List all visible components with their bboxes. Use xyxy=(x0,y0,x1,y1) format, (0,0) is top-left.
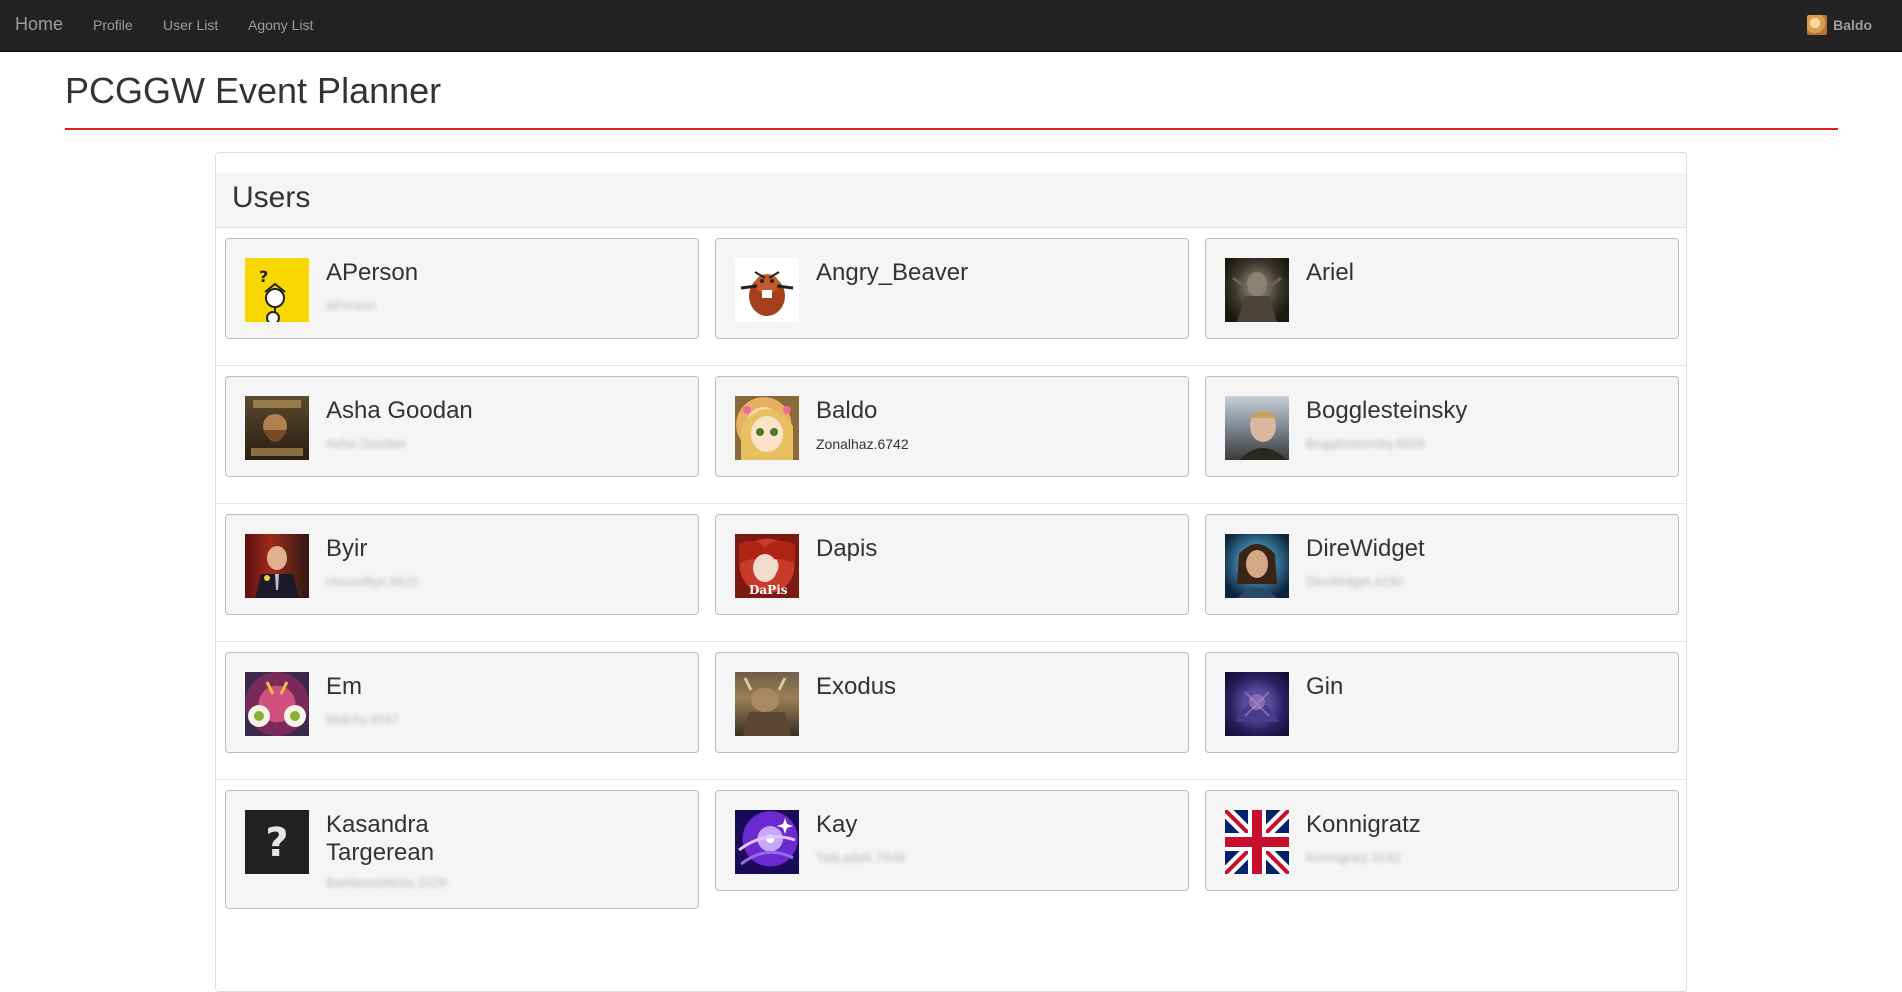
user-name: Angry_Beaver xyxy=(816,259,969,286)
user-row: Em Malchy.4597 Exodus Gin xyxy=(216,642,1686,780)
user-card-gin[interactable]: Gin xyxy=(1205,652,1679,753)
user-name: Ariel xyxy=(1306,259,1355,286)
user-card-dapis[interactable]: DaPis Dapis xyxy=(715,514,1189,615)
users-panel: Users ? APerson APerson Angry_Beaver Ari… xyxy=(215,152,1687,992)
union-jack-flag-avatar xyxy=(1225,810,1289,874)
dark-armored-figure-avatar xyxy=(1225,258,1289,322)
user-name: APerson xyxy=(326,259,419,286)
user-name: Em xyxy=(326,673,362,700)
user-account-id: HouseByir.3910 xyxy=(326,574,418,589)
purple-sparkle-avatar xyxy=(735,810,799,874)
users-panel-title: Users xyxy=(232,181,311,214)
nav-current-user-menu[interactable]: Baldo xyxy=(1807,15,1872,35)
purple-creature-avatar xyxy=(245,672,309,736)
user-card-ariel[interactable]: Ariel xyxy=(1205,238,1679,339)
user-name: Kasandra Targerean xyxy=(326,811,435,866)
user-card-aperson[interactable]: ? APerson APerson xyxy=(225,238,699,339)
user-name: Konnigratz xyxy=(1306,811,1421,838)
user-card-em[interactable]: Em Malchy.4597 xyxy=(225,652,699,753)
user-account-id: Zonalhaz.6742 xyxy=(816,436,909,452)
man-red-background-avatar xyxy=(245,534,309,598)
user-name: Byir xyxy=(326,535,368,562)
svg-text:?: ? xyxy=(265,820,288,866)
user-name: Kay xyxy=(816,811,858,838)
user-account-id: DireWidget.4230 xyxy=(1306,574,1403,589)
users-panel-heading: Users xyxy=(216,173,1686,228)
user-grid: ? APerson APerson Angry_Beaver Ariel Ash… xyxy=(216,228,1686,918)
top-navbar: Home Profile User List Agony List Baldo xyxy=(0,0,1902,52)
page-title: PCGGW Event Planner xyxy=(65,70,442,111)
title-divider xyxy=(65,128,1838,130)
user-card-byir[interactable]: Byir HouseByir.3910 xyxy=(225,514,699,615)
question-mark-character-avatar: ? xyxy=(245,258,309,322)
user-card-kasandra-targerean[interactable]: ? Kasandra Targerean Bambooslekins.1029 xyxy=(225,790,699,909)
svg-text:DaPis: DaPis xyxy=(749,583,788,597)
user-card-asha-goodan[interactable]: Asha Goodan Asha Goodan xyxy=(225,376,699,477)
question-mark-placeholder-avatar: ? xyxy=(245,810,309,874)
svg-text:?: ? xyxy=(259,267,268,286)
user-card-exodus[interactable]: Exodus xyxy=(715,652,1189,753)
dwarf-poster-avatar xyxy=(245,396,309,460)
current-user-avatar xyxy=(1807,15,1828,35)
dapis-art-avatar: DaPis xyxy=(735,534,799,598)
user-name: DireWidget xyxy=(1306,535,1425,562)
current-user-name: Baldo xyxy=(1833,17,1872,33)
user-card-konnigratz[interactable]: Konnigratz Konnigratz.3142 xyxy=(1205,790,1679,891)
user-account-id: Bambooslekins.1029 xyxy=(326,875,447,890)
user-account-id: Bogglesteinsky.6928 xyxy=(1306,436,1426,451)
user-name: Baldo xyxy=(816,397,878,424)
user-name: Bogglesteinsky xyxy=(1306,397,1468,424)
user-card-angry-beaver[interactable]: Angry_Beaver xyxy=(715,238,1189,339)
user-name: Exodus xyxy=(816,673,897,700)
user-card-kay[interactable]: Kay TaliLadyK.7649 xyxy=(715,790,1189,891)
nav-home-link[interactable]: Home xyxy=(15,14,63,35)
user-name: Asha Goodan xyxy=(326,397,473,424)
purple-fantasy-avatar xyxy=(1225,672,1289,736)
user-row: ? APerson APerson Angry_Beaver Ariel xyxy=(216,228,1686,366)
user-card-baldo[interactable]: Baldo Zonalhaz.6742 xyxy=(715,376,1189,477)
user-card-bogglesteinsky[interactable]: Bogglesteinsky Bogglesteinsky.6928 xyxy=(1205,376,1679,477)
user-account-id: TaliLadyK.7649 xyxy=(816,850,905,865)
beaver-cartoon-avatar xyxy=(735,258,799,322)
user-account-id: Asha Goodan xyxy=(326,436,406,451)
nav-profile-link[interactable]: Profile xyxy=(93,17,133,33)
user-row: ? Kasandra Targerean Bambooslekins.1029 … xyxy=(216,780,1686,918)
user-name: Dapis xyxy=(816,535,878,562)
user-card-direwidget[interactable]: DireWidget DireWidget.4230 xyxy=(1205,514,1679,615)
user-account-id: Konnigratz.3142 xyxy=(1306,850,1401,865)
user-account-id: APerson xyxy=(326,298,376,313)
charr-character-avatar xyxy=(735,672,799,736)
anime-girl-avatar xyxy=(735,396,799,460)
nav-agony-list-link[interactable]: Agony List xyxy=(248,17,313,33)
woman-portrait-avatar xyxy=(1225,534,1289,598)
user-row: Asha Goodan Asha Goodan Baldo Zonalhaz.6… xyxy=(216,366,1686,504)
user-name: Gin xyxy=(1306,673,1344,700)
user-row: Byir HouseByir.3910 DaPis Dapis DireWidg… xyxy=(216,504,1686,642)
user-account-id: Malchy.4597 xyxy=(326,712,399,727)
man-portrait-avatar xyxy=(1225,396,1289,460)
nav-user-list-link[interactable]: User List xyxy=(163,17,218,33)
